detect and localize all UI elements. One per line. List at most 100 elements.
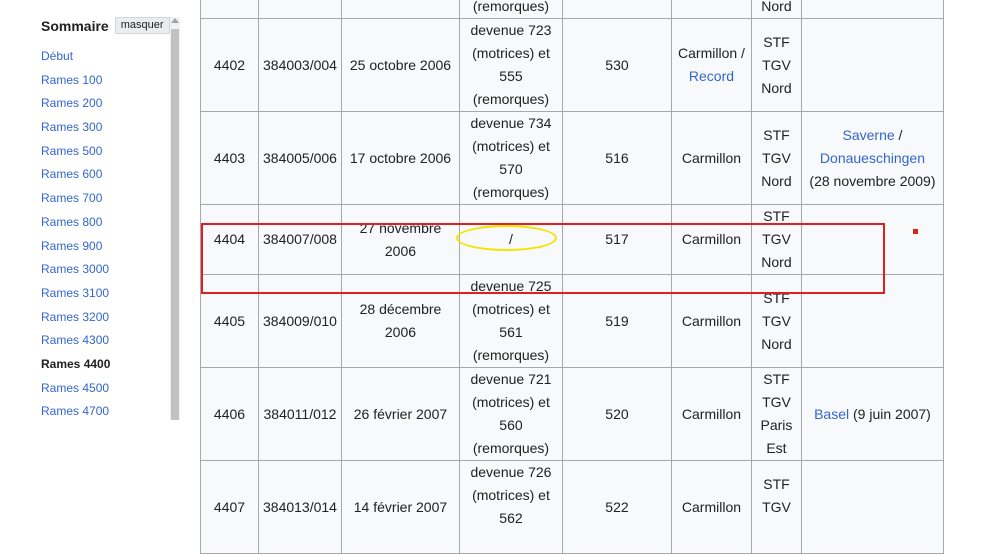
- table-row: 4402 384003/004 25 octobre 2006 devenue …: [200, 18, 944, 112]
- table-row: 4403 384005/006 17 octobre 2006 devenue …: [200, 111, 944, 205]
- depot-line: Nord: [761, 79, 792, 96]
- toc-item[interactable]: Rames 3200: [41, 306, 110, 330]
- depot-line: [756, 519, 797, 542]
- cell-series: 384005/006: [258, 111, 342, 205]
- owner-link[interactable]: Record: [676, 65, 747, 88]
- cell-depot: STF TGV Nord: [750, 274, 802, 368]
- depot-line: STF: [763, 475, 790, 492]
- scroll-up-arrow-icon[interactable]: [171, 18, 179, 23]
- cell-series: 384009/010: [258, 274, 342, 368]
- toc-item[interactable]: Rames 300: [41, 116, 110, 140]
- name-link-saverne[interactable]: Saverne: [843, 127, 895, 143]
- depot-line: Paris: [760, 417, 793, 433]
- cell-note: devenue 721 (motrices) et 560 (remorques…: [458, 367, 563, 461]
- toc-scrollbar-thumb[interactable]: [171, 29, 179, 420]
- name-date: (28 novembre 2009): [809, 172, 936, 189]
- toc-item[interactable]: Début: [41, 45, 110, 69]
- cell-note: /: [458, 204, 563, 275]
- name-separator: /: [894, 126, 903, 143]
- depot-line: STF: [763, 371, 790, 387]
- table-row: 4407 384013/014 14 février 2007 devenue …: [200, 460, 944, 554]
- name-date: (9 juin 2007): [849, 405, 931, 422]
- note-line: (motrices) et 560: [472, 394, 550, 433]
- toc-item[interactable]: Rames 600: [41, 163, 110, 187]
- note-line: (motrices) et 570: [472, 138, 550, 177]
- name-link-donaueschingen[interactable]: Donaueschingen: [806, 147, 939, 170]
- toc-item[interactable]: Rames 700: [41, 187, 110, 211]
- cell-id: 4405: [200, 274, 259, 368]
- cell-date: 28 décembre 2006: [340, 274, 460, 368]
- toc-item[interactable]: Rames 3000: [41, 258, 110, 282]
- toc-scrollbar[interactable]: [170, 17, 180, 420]
- depot-line: Nord: [761, 335, 792, 352]
- table-of-contents: Sommaire masquer Début Rames 100 Rames 2…: [0, 0, 200, 420]
- depot-line: TGV: [762, 56, 791, 73]
- depot-line: Est: [766, 440, 787, 456]
- cell-note-text: (remorques): [472, 0, 550, 14]
- toc-item[interactable]: Rames 500: [41, 140, 110, 164]
- cell-depot: STF TGV Nord: [750, 204, 802, 275]
- cell-date: 17 octobre 2006: [340, 111, 460, 205]
- cell-date: 14 février 2007: [340, 460, 460, 554]
- cell-number: 517: [561, 204, 672, 275]
- table-row: (remorques) Nord: [200, 0, 944, 19]
- owner-text: Carmillon /: [678, 45, 745, 61]
- cell-owner: Carmillon: [670, 204, 752, 275]
- table-row: 4406 384011/012 26 février 2007 devenue …: [200, 367, 944, 461]
- cell-owner: Carmillon: [670, 460, 752, 554]
- cell-id: 4403: [200, 111, 259, 205]
- note-line-circled: devenue 725: [470, 278, 552, 294]
- cell-depot-text: Nord: [761, 0, 792, 14]
- name-link-basel[interactable]: Basel: [814, 406, 849, 422]
- depot-line: STF: [763, 289, 790, 306]
- note-line: (motrices) et 562: [472, 487, 550, 526]
- depot-line: STF: [763, 126, 790, 143]
- depot-line: Nord: [761, 254, 792, 270]
- cell-note: (remorques): [458, 0, 563, 19]
- toc-title: Sommaire: [41, 17, 109, 34]
- depot-line: TGV: [762, 312, 791, 329]
- cell-id: 4402: [200, 18, 259, 112]
- depot-line: STF: [763, 208, 790, 224]
- cell-note: devenue 734 (motrices) et 570 (remorques…: [458, 111, 563, 205]
- cell-series: [258, 0, 342, 19]
- toc-item[interactable]: Rames 100: [41, 69, 110, 93]
- cell-series: 384007/008: [258, 204, 342, 275]
- cell-series: 384003/004: [258, 18, 342, 112]
- toc-item[interactable]: Rames 4300: [41, 329, 110, 353]
- note-line: (remorques): [472, 184, 550, 200]
- note-line: [464, 530, 558, 553]
- cell-depot: STF TGV Paris Est: [750, 367, 802, 461]
- toc-item[interactable]: Rames 800: [41, 211, 110, 235]
- note-line: (remorques): [472, 440, 550, 456]
- note-line: devenue 734: [470, 115, 552, 131]
- rames-table: (remorques) Nord 4402 384003/004 25 octo…: [200, 0, 944, 554]
- note-line: (motrices) et 561: [472, 301, 550, 340]
- toc-hide-button[interactable]: masquer: [114, 17, 170, 34]
- cell-name: [800, 0, 944, 19]
- cell-id: [200, 0, 259, 19]
- depot-line: TGV: [762, 394, 791, 410]
- cell-number: 522: [561, 460, 672, 554]
- toc-list: Début Rames 100 Rames 200 Rames 300 Rame…: [41, 45, 110, 424]
- toc-item[interactable]: Rames 200: [41, 92, 110, 116]
- note-line: devenue 721: [470, 371, 552, 387]
- cell-number: 520: [561, 367, 672, 461]
- toc-item[interactable]: Rames 4700: [41, 400, 110, 424]
- note-line: devenue 723: [470, 22, 552, 38]
- depot-line: TGV: [762, 498, 791, 515]
- cell-name: [800, 460, 944, 554]
- toc-item[interactable]: Rames 3100: [41, 282, 110, 306]
- cell-depot: STF TGV: [750, 460, 802, 554]
- cell-date: 27 novembre 2006: [340, 204, 460, 275]
- toc-item[interactable]: Rames 900: [41, 235, 110, 259]
- toc-item[interactable]: Rames 4500: [41, 377, 110, 401]
- cell-name: [800, 18, 944, 112]
- cell-series: 384013/014: [258, 460, 342, 554]
- cell-depot: STF TGV Nord: [750, 18, 802, 112]
- table-row: 4404 384007/008 27 novembre 2006 / 517 C…: [200, 204, 944, 275]
- cell-number: [561, 0, 672, 19]
- cell-name: [800, 204, 944, 275]
- cell-number: 519: [561, 274, 672, 368]
- toc-item-current[interactable]: Rames 4400: [41, 353, 110, 377]
